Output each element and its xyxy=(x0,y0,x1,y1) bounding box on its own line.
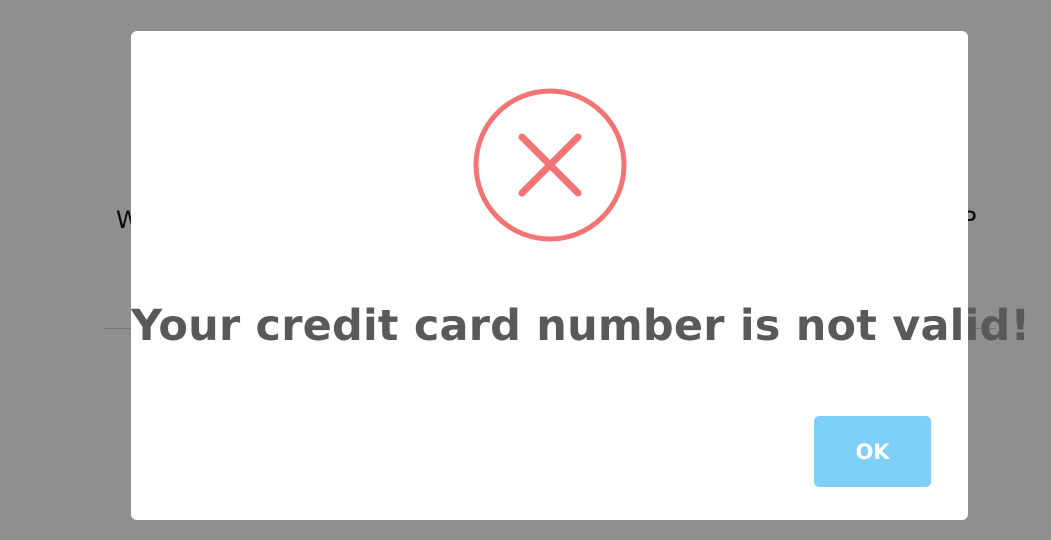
error-x-circle-icon xyxy=(473,88,627,242)
error-dialog: Your credit card number is not valid! OK xyxy=(131,31,1031,520)
page: W P Your credit card number is not valid… xyxy=(0,0,1051,540)
error-message: Your credit card number is not valid! xyxy=(131,301,1031,351)
ok-button[interactable]: OK xyxy=(814,416,931,487)
